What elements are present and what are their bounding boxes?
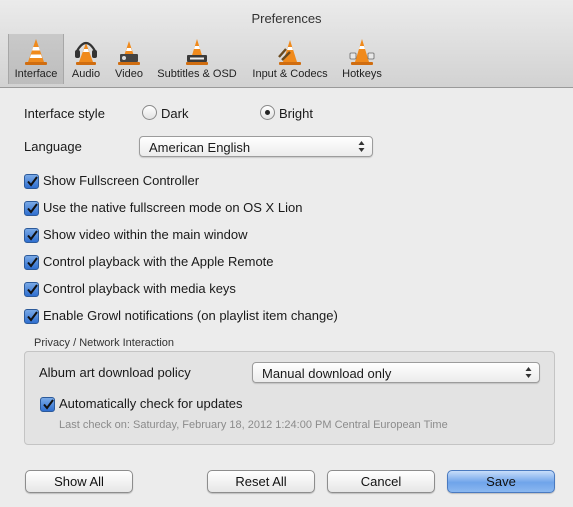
checkmark-icon — [27, 284, 38, 295]
show-all-button[interactable]: Show All — [25, 470, 133, 493]
interface-style-label: Interface style — [24, 106, 105, 121]
tab-video[interactable]: Video — [110, 34, 148, 84]
save-button[interactable]: Save — [447, 470, 555, 493]
album-art-label: Album art download policy — [39, 365, 191, 380]
checkbox-checked[interactable] — [24, 282, 39, 297]
hotkeys-cone-icon — [349, 39, 375, 65]
reset-all-button[interactable]: Reset All — [207, 470, 315, 493]
tab-hotkeys[interactable]: Hotkeys — [337, 34, 387, 84]
checkbox-label: Show Fullscreen Controller — [43, 173, 200, 188]
video-cone-icon — [118, 41, 140, 65]
checkbox-label: Control playback with media keys — [43, 281, 236, 296]
last-check-text: Last check on: Saturday, February 18, 20… — [59, 419, 448, 431]
tab-audio[interactable]: Audio — [66, 34, 106, 84]
preferences-panel: Interface style Dark Bright Language Ame… — [8, 92, 565, 497]
language-label: Language — [24, 139, 82, 154]
cancel-button[interactable]: Cancel — [327, 470, 435, 493]
album-art-select[interactable]: Manual download only — [252, 362, 540, 383]
radio-dark-label[interactable]: Dark — [161, 106, 188, 121]
updown-arrows-icon — [358, 141, 365, 152]
checkmark-icon — [27, 176, 38, 187]
tab-interface-label: Interface — [14, 68, 58, 80]
checkmark-icon — [43, 399, 54, 410]
checkbox-label: Enable Growl notifications (on playlist … — [43, 308, 338, 323]
album-art-select-value: Manual download only — [262, 366, 392, 381]
cone-icon — [25, 39, 47, 65]
window-title: Preferences — [251, 11, 322, 26]
language-select-value: American English — [149, 140, 251, 155]
radio-bright[interactable] — [260, 105, 275, 120]
checkbox-label: Automatically check for updates — [59, 396, 243, 411]
tab-audio-label: Audio — [71, 68, 101, 80]
window-titlebar: Preferences Interface Audio Video Subtit… — [0, 0, 573, 88]
checkmark-icon — [27, 203, 38, 214]
checkbox-label: Show video within the main window — [43, 227, 248, 242]
radio-dark[interactable] — [142, 105, 157, 120]
checkmark-icon — [27, 311, 38, 322]
checkmark-icon — [27, 230, 38, 241]
privacy-group-title: Privacy / Network Interaction — [34, 337, 174, 349]
tab-hotkeys-label: Hotkeys — [342, 68, 382, 80]
tab-input-codecs[interactable]: Input & Codecs — [246, 34, 334, 84]
checkbox-checked[interactable] — [24, 201, 39, 216]
tab-input-codecs-label: Input & Codecs — [252, 68, 328, 80]
checkbox-checked[interactable] — [24, 309, 39, 324]
subtitles-cone-icon — [186, 39, 208, 65]
tab-subtitles-osd-label: Subtitles & OSD — [157, 68, 237, 80]
checkbox-checked[interactable] — [24, 228, 39, 243]
checkmark-icon — [27, 257, 38, 268]
checkbox-label: Use the native fullscreen mode on OS X L… — [43, 200, 303, 215]
tab-video-label: Video — [115, 68, 143, 80]
radio-bright-label[interactable]: Bright — [279, 106, 313, 121]
input-cone-icon — [278, 40, 301, 65]
tab-interface[interactable]: Interface — [8, 34, 64, 84]
tab-subtitles-osd[interactable]: Subtitles & OSD — [152, 34, 242, 84]
checkbox-checked[interactable] — [40, 397, 55, 412]
updown-arrows-icon — [525, 367, 532, 378]
checkbox-checked[interactable] — [24, 255, 39, 270]
headphones-cone-icon — [75, 41, 97, 65]
language-select[interactable]: American English — [139, 136, 373, 157]
checkbox-label: Control playback with the Apple Remote — [43, 254, 274, 269]
checkbox-checked[interactable] — [24, 174, 39, 189]
